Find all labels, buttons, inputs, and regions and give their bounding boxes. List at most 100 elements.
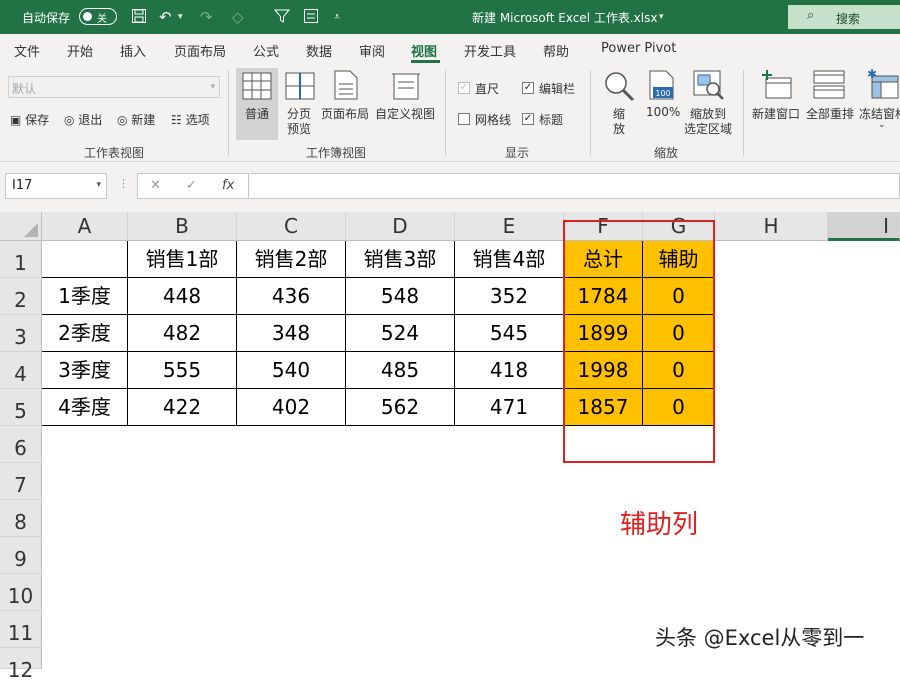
page-layout-label[interactable]: 页面布局 [321, 105, 369, 122]
new-window-icon[interactable] [761, 70, 793, 100]
customize-toolbar-icon[interactable]: ⩡ [334, 10, 340, 24]
ribbon-separator [590, 70, 591, 156]
normal-view-icon [242, 72, 272, 100]
keep-view-button: ▣ 保存 [10, 113, 50, 127]
zoom-label-2: 放 [613, 122, 626, 136]
tab-formulas[interactable]: 公式 [253, 41, 279, 60]
row-header-11[interactable]: 11 [0, 611, 42, 648]
gridlines-checkbox[interactable] [458, 113, 470, 125]
tab-help[interactable]: 帮助 [543, 41, 569, 60]
filter-icon[interactable] [273, 8, 291, 28]
page-layout-icon[interactable] [334, 70, 358, 100]
table-cell[interactable]: 348 [237, 315, 346, 352]
table-cell[interactable]: 485 [346, 352, 455, 389]
freeze-panes-icon[interactable]: ✱ [866, 68, 900, 100]
table-cell[interactable]: 1季度 [42, 278, 128, 315]
table-cell[interactable]: 524 [346, 315, 455, 352]
table-cell[interactable]: 402 [237, 389, 346, 426]
column-header-i[interactable]: I [828, 212, 900, 241]
svg-text:✱: ✱ [867, 68, 877, 81]
zoom-to-selection-icon[interactable] [693, 70, 725, 100]
table-header-cell[interactable]: 销售1部 [128, 241, 237, 278]
name-box[interactable]: I17 ▾ [5, 173, 107, 199]
table-cell[interactable]: 436 [237, 278, 346, 315]
ruler-label: 直尺 [475, 82, 500, 96]
row-header-1[interactable]: 1 [0, 241, 42, 278]
tab-page-layout[interactable]: 页面布局 [174, 41, 226, 60]
form-icon[interactable] [303, 8, 319, 28]
custom-views-icon[interactable] [392, 70, 420, 100]
custom-views-label[interactable]: 自定义视图 [375, 105, 435, 122]
more-icon: ⋮ [118, 177, 129, 190]
toggle-knob [83, 12, 92, 21]
table-cell[interactable]: 422 [128, 389, 237, 426]
row-header-6[interactable]: 6 [0, 426, 42, 463]
table-cell[interactable]: 555 [128, 352, 237, 389]
column-header-e[interactable]: E [455, 212, 564, 241]
formula-bar-checkbox[interactable]: ✓ [522, 82, 534, 94]
table-cell[interactable]: 4季度 [42, 389, 128, 426]
search-box[interactable]: ⌕ 搜索 [788, 5, 900, 29]
tab-home[interactable]: 开始 [67, 41, 93, 60]
row-header-7[interactable]: 7 [0, 463, 42, 500]
table-header-cell[interactable]: 销售4部 [455, 241, 564, 278]
tab-insert[interactable]: 插入 [120, 41, 146, 60]
table-cell[interactable]: 3季度 [42, 352, 128, 389]
table-cell[interactable]: 471 [455, 389, 564, 426]
column-header-c[interactable]: C [237, 212, 346, 241]
sheet-view-dropdown[interactable]: 默认 ▾ [8, 76, 220, 98]
table-cell[interactable]: 418 [455, 352, 564, 389]
row-header-10[interactable]: 10 [0, 574, 42, 611]
tab-file[interactable]: 文件 [14, 41, 40, 60]
formula-input[interactable] [250, 173, 900, 199]
ribbon-separator [228, 70, 229, 156]
tab-developer[interactable]: 开发工具 [464, 41, 516, 60]
table-cell[interactable]: 562 [346, 389, 455, 426]
table-header-cell[interactable] [42, 241, 128, 278]
column-header-a[interactable]: A [42, 212, 128, 241]
zoom-magnifier-icon[interactable] [603, 70, 635, 102]
tab-power-pivot[interactable]: Power Pivot [601, 41, 676, 56]
row-header-3[interactable]: 3 [0, 315, 42, 352]
zoom-100-icon[interactable]: 100 [649, 70, 675, 100]
column-header-b[interactable]: B [128, 212, 237, 241]
gridlines-label: 网格线 [475, 113, 512, 127]
save-icon[interactable] [131, 8, 147, 28]
row-header-4[interactable]: 4 [0, 352, 42, 389]
title-dropdown-icon[interactable]: ▾ [659, 12, 664, 22]
table-cell[interactable]: 548 [346, 278, 455, 315]
page-break-preview-icon[interactable] [285, 72, 315, 100]
table-cell[interactable]: 540 [237, 352, 346, 389]
table-cell[interactable]: 482 [128, 315, 237, 352]
tab-view[interactable]: 视图 [411, 41, 437, 60]
table-cell[interactable]: 448 [128, 278, 237, 315]
tab-data[interactable]: 数据 [306, 41, 332, 60]
arrange-all-label[interactable]: 全部重排 [806, 105, 854, 122]
table-cell[interactable]: 352 [455, 278, 564, 315]
row-header-9[interactable]: 9 [0, 537, 42, 574]
row-header-2[interactable]: 2 [0, 278, 42, 315]
table-header-cell[interactable]: 销售2部 [237, 241, 346, 278]
zoom-100-icon-text: 100 [655, 89, 670, 98]
new-window-label[interactable]: 新建窗口 [752, 105, 800, 122]
autosave-toggle[interactable]: 关 [79, 8, 117, 25]
row-header-5[interactable]: 5 [0, 389, 42, 426]
search-label: 搜索 [836, 12, 861, 26]
select-all-button[interactable] [0, 212, 42, 241]
table-cell[interactable]: 2季度 [42, 315, 128, 352]
title-bar: 自动保存 关 ↶ ▾ ↷ ◇ ⩡ 新建 Microsoft Excel 工作表.… [0, 0, 900, 34]
undo-icon[interactable]: ↶ [159, 8, 172, 26]
table-cell[interactable]: 545 [455, 315, 564, 352]
column-header-d[interactable]: D [346, 212, 455, 241]
undo-dropdown-icon[interactable]: ▾ [178, 12, 183, 22]
row-header-8[interactable]: 8 [0, 500, 42, 537]
row-header-12[interactable]: 12 [0, 648, 42, 682]
ribbon-separator [743, 70, 744, 156]
insert-function-icon[interactable]: fx [222, 178, 234, 193]
freeze-dropdown-icon[interactable]: ⌄ [878, 120, 886, 130]
tab-review[interactable]: 审阅 [359, 41, 385, 60]
table-header-cell[interactable]: 销售3部 [346, 241, 455, 278]
column-header-h[interactable]: H [715, 212, 828, 241]
arrange-all-icon[interactable] [813, 70, 845, 100]
headings-checkbox[interactable]: ✓ [522, 113, 534, 125]
